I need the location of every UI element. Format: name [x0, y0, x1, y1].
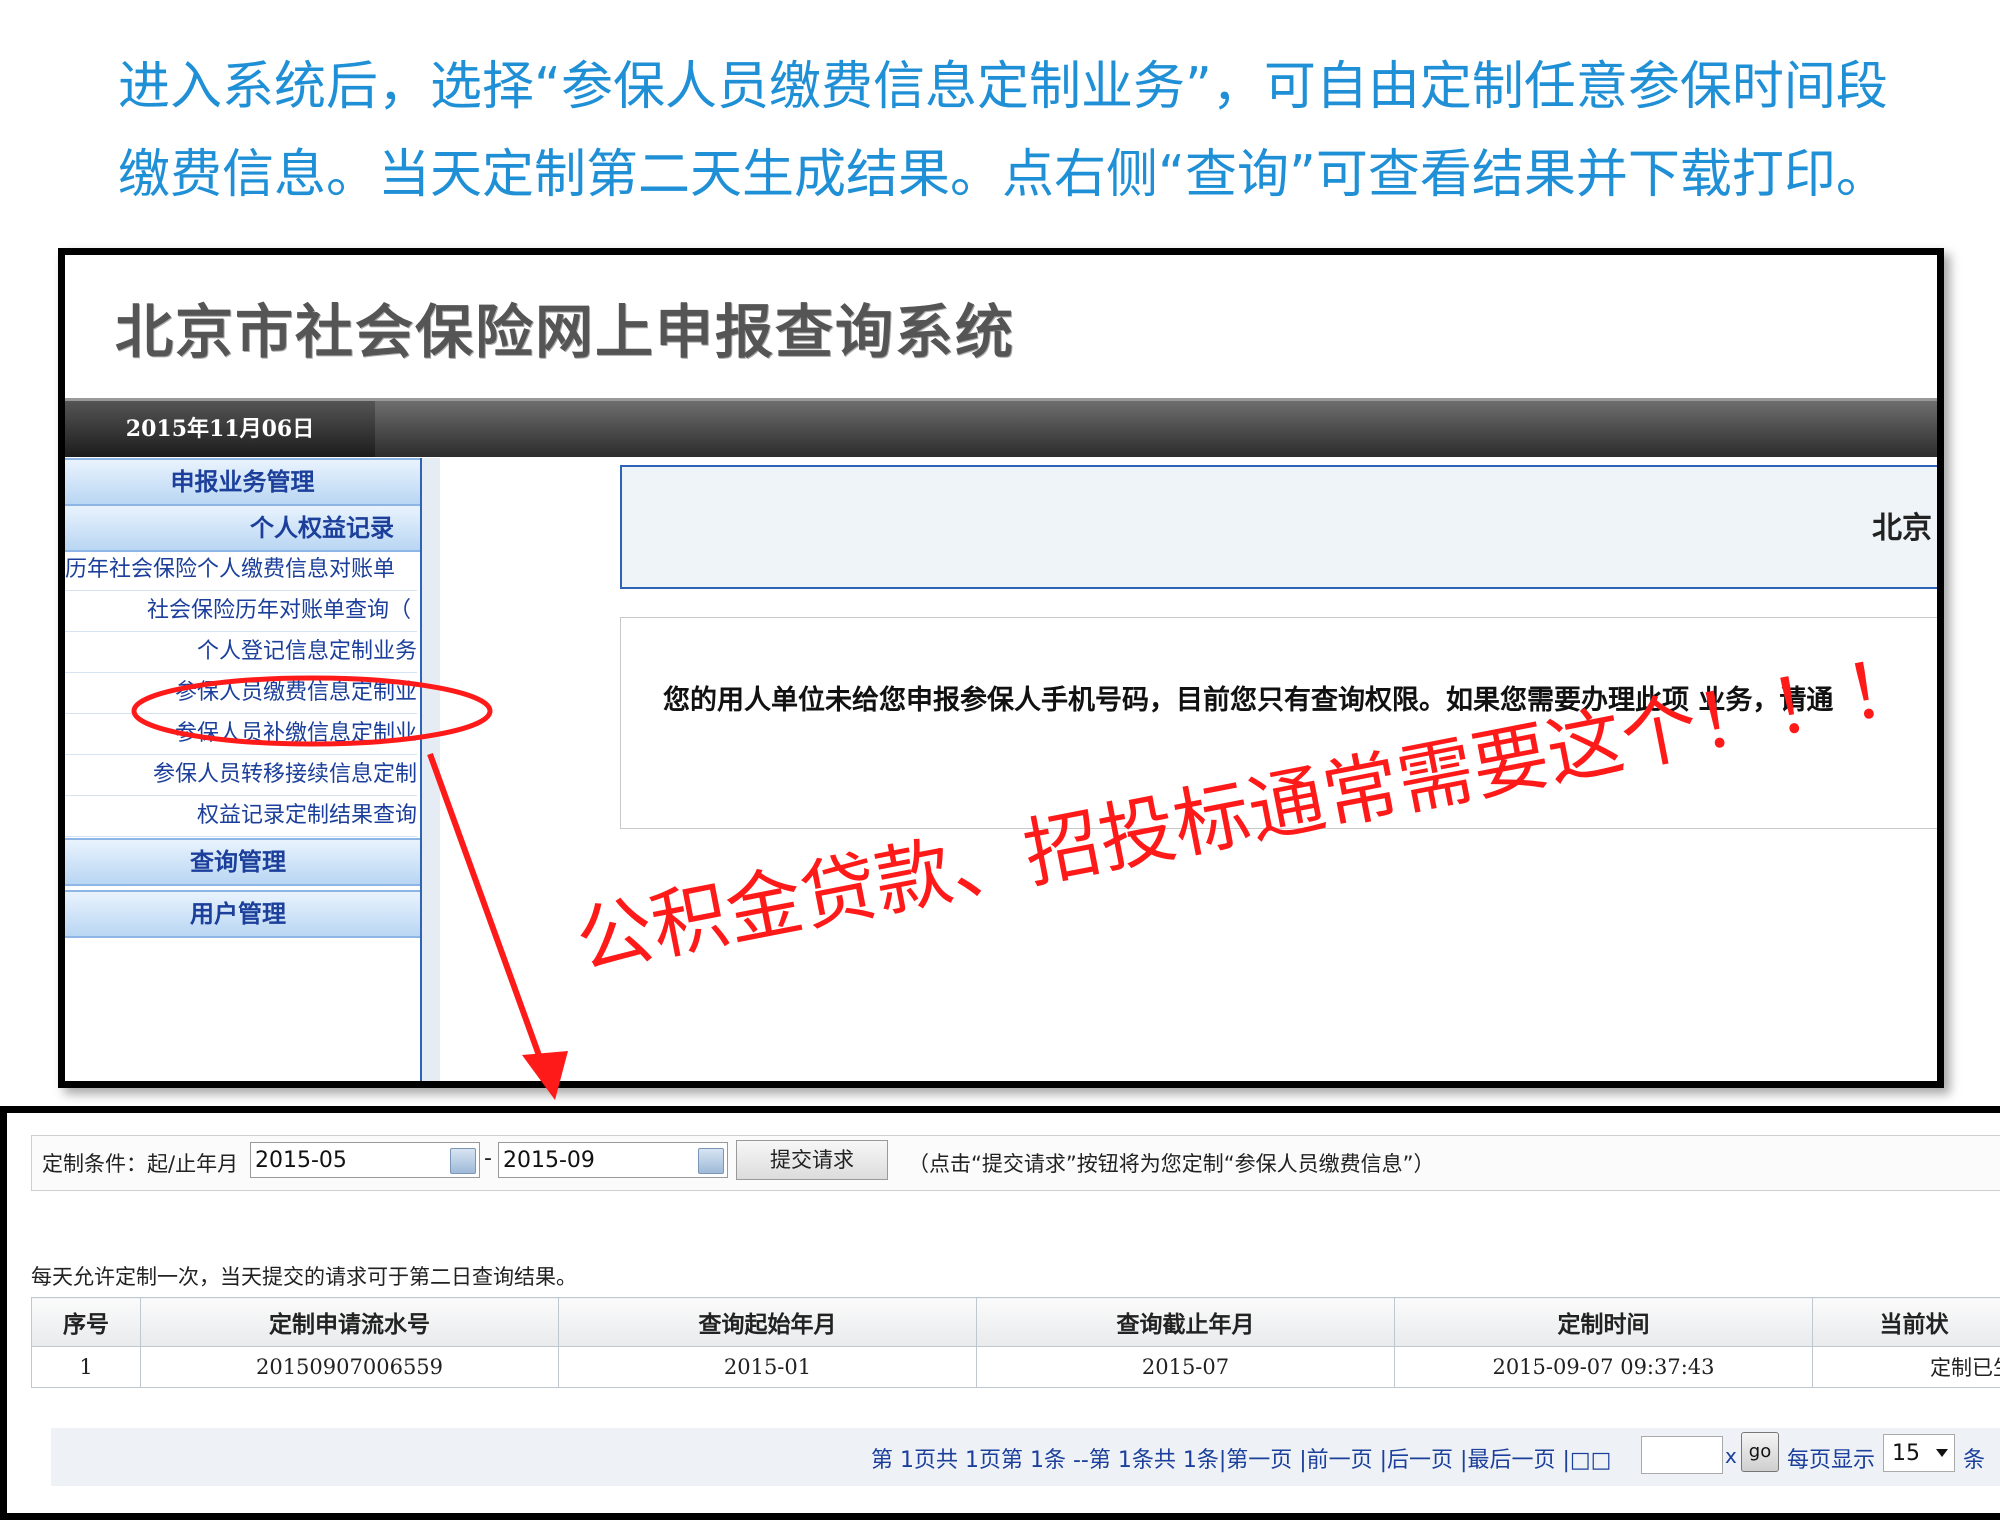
sidebar-item-transfer-custom[interactable]: 参保人员转移接续信息定制: [65, 755, 417, 796]
system-title: 北京市社会保险网上申报查询系统: [115, 285, 1015, 369]
per-page-label: 每页显示: [1787, 1442, 1875, 1474]
welcome-banner: 北京: [620, 465, 1944, 589]
sidebar-section-declaration[interactable]: 申报业务管理: [65, 458, 420, 506]
calendar-icon[interactable]: [450, 1148, 476, 1174]
table-header-row: 序号 定制申请流水号 查询起始年月 查询截止年月 定制时间 当前状: [32, 1298, 2000, 1347]
sidebar-item-statement-query[interactable]: 社会保险历年对账单查询（: [65, 591, 417, 632]
sidebar-section-rights-record[interactable]: 个人权益记录: [65, 504, 420, 552]
system-screenshot: 北京市社会保险网上申报查询系统 2015年11月06日 申报业务管理 个人权益记…: [58, 248, 1944, 1088]
chevron-down-icon: [1936, 1449, 1948, 1457]
start-month-input[interactable]: [250, 1142, 480, 1178]
column-header: 当前状: [1813, 1298, 2000, 1347]
per-page-select[interactable]: 15: [1883, 1434, 1955, 1472]
column-header: 查询起始年月: [559, 1298, 977, 1347]
page-input-suffix: x: [1725, 1444, 1737, 1468]
cell-status: 定制已生: [1813, 1347, 2000, 1388]
per-page-unit: 条: [1963, 1442, 1985, 1474]
result-table: 序号 定制申请流水号 查询起始年月 查询截止年月 定制时间 当前状 1 2015…: [31, 1297, 2000, 1388]
condition-label: 定制条件：起/止年月: [42, 1148, 238, 1178]
top-nav-bar: 2015年11月06日: [65, 398, 1937, 457]
cell-custom-time: 2015-09-07 09:37:43: [1395, 1347, 1813, 1388]
sidebar-item-backpay-custom[interactable]: 参保人员补缴信息定制业: [65, 714, 417, 755]
welcome-text: 北京: [1872, 503, 1932, 547]
cell-index: 1: [32, 1347, 141, 1388]
daily-limit-note: 每天允许定制一次，当天提交的请求可于第二日查询结果。: [31, 1261, 577, 1291]
date-separator: -: [484, 1146, 492, 1171]
calendar-icon[interactable]: [698, 1148, 724, 1174]
sidebar-item-payment-custom[interactable]: 参保人员缴费信息定制业: [65, 673, 417, 714]
cell-start-month: 2015-01: [559, 1347, 977, 1388]
sidebar-item-registration-custom[interactable]: 个人登记信息定制业务: [65, 632, 417, 673]
column-header: 定制申请流水号: [141, 1298, 559, 1347]
cell-end-month: 2015-07: [977, 1347, 1395, 1388]
sidebar-section-query[interactable]: 查询管理: [65, 838, 420, 886]
column-header: 定制时间: [1395, 1298, 1813, 1347]
column-header: 序号: [32, 1298, 141, 1347]
sidebar-section-user[interactable]: 用户管理: [65, 890, 420, 938]
sidebar-splitter[interactable]: [422, 458, 440, 1081]
end-month-input[interactable]: [498, 1142, 728, 1178]
column-header: 查询截止年月: [977, 1298, 1395, 1347]
instruction-line-1: 进入系统后，选择“参保人员缴费信息定制业务”，可自由定制任意参保时间段: [118, 44, 1978, 130]
sidebar-item-result-query[interactable]: 权益记录定制结果查询: [65, 796, 417, 837]
go-button[interactable]: go: [1741, 1432, 1779, 1472]
table-row[interactable]: 1 20150907006559 2015-01 2015-07 2015-09…: [32, 1347, 2000, 1388]
submit-request-button[interactable]: 提交请求: [736, 1140, 888, 1180]
per-page-value: 15: [1892, 1441, 1920, 1466]
instruction-line-2: 缴费信息。当天定制第二天生成结果。点右侧“查询”可查看结果并下载打印。: [118, 132, 1978, 218]
submit-hint: （点击“提交请求”按钮将为您定制“参保人员缴费信息”）: [908, 1148, 1435, 1178]
current-date: 2015年11月06日: [65, 401, 375, 457]
customize-screenshot: 定制条件：起/止年月 - 提交请求 （点击“提交请求”按钮将为您定制“参保人员缴…: [0, 1106, 2000, 1520]
page-number-input[interactable]: [1641, 1436, 1723, 1474]
sidebar-item-annual-statement[interactable]: 历年社会保险个人缴费信息对账单: [65, 550, 417, 591]
cell-serial-number: 20150907006559: [141, 1347, 559, 1388]
customize-condition-bar: 定制条件：起/止年月 - 提交请求 （点击“提交请求”按钮将为您定制“参保人员缴…: [31, 1135, 2000, 1191]
pagination-links[interactable]: 第 1页共 1页第 1条 --第 1条共 1条|第一页 |前一页 |后一页 |最…: [871, 1442, 1611, 1474]
pagination-bar: 第 1页共 1页第 1条 --第 1条共 1条|第一页 |前一页 |后一页 |最…: [51, 1428, 2000, 1486]
sidebar: 申报业务管理 个人权益记录 历年社会保险个人缴费信息对账单 社会保险历年对账单查…: [65, 458, 422, 1081]
